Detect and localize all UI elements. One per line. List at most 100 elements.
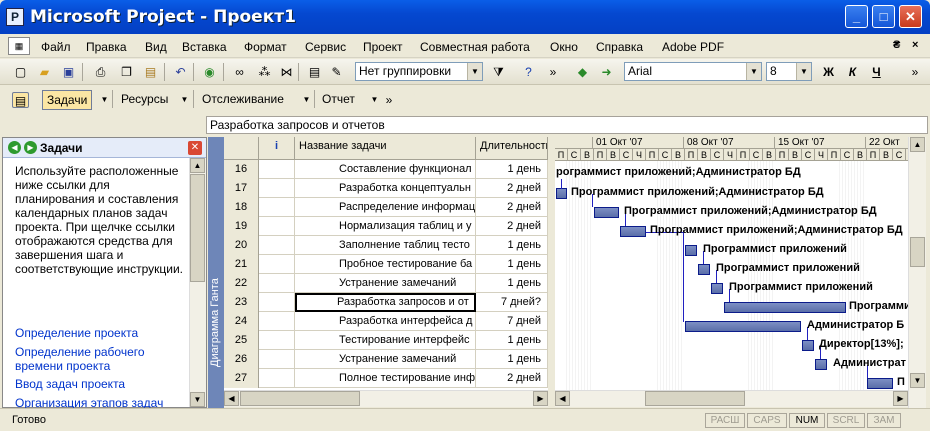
duration-cell[interactable]: 1 день [476, 160, 548, 179]
table-row[interactable]: 24 Разработка интерфейса д7 дней [224, 312, 548, 331]
row-id[interactable]: 16 [224, 160, 259, 179]
scroll-thumb[interactable] [645, 391, 745, 406]
font-select[interactable]: Arial ▼ [624, 62, 762, 81]
task-name-cell[interactable]: Разработка интерфейса д [295, 312, 476, 331]
font-size-select[interactable]: 8 ▼ [766, 62, 812, 81]
gantt-bar[interactable] [685, 245, 697, 256]
chevron-down-icon[interactable]: ▼ [796, 63, 811, 80]
column-header-name[interactable]: Название задачи [295, 137, 476, 160]
table-row[interactable]: 26 Устранение замечаний 1 день [224, 350, 548, 369]
gantt-bar[interactable] [815, 359, 827, 370]
notes-icon[interactable]: ✎ [328, 64, 345, 80]
side-pane-scrollbar[interactable]: ▲ ▼ [189, 158, 206, 407]
menu-help[interactable]: Справка [596, 40, 643, 54]
scroll-down-icon[interactable]: ▼ [190, 392, 205, 407]
scroll-right-icon[interactable]: ▶ [533, 391, 548, 406]
chevron-down-icon[interactable]: ▼ [298, 92, 315, 108]
gantt-bar[interactable] [594, 207, 619, 218]
scroll-up-icon[interactable]: ▲ [190, 158, 205, 173]
row-id[interactable]: 20 [224, 236, 259, 255]
maximize-button[interactable]: □ [872, 5, 895, 28]
task-name-cell[interactable]: Разработка концептуальн [295, 179, 476, 198]
table-row[interactable]: 23 Разработка запросов и от 7 дней? [224, 293, 548, 312]
new-icon[interactable]: ▢ [12, 64, 29, 80]
gantt-bar[interactable] [698, 264, 710, 275]
restore-doc-button[interactable]: ₴ [893, 39, 900, 51]
guide-resources-button[interactable]: Ресурсы [117, 90, 172, 110]
save-icon[interactable]: ▣ [60, 64, 77, 80]
row-id[interactable]: 18 [224, 198, 259, 217]
go-back-icon[interactable]: ◆ [574, 64, 591, 80]
column-header-duration[interactable]: Длительность [476, 137, 548, 160]
menu-edit[interactable]: Правка [86, 40, 127, 54]
open-folder-icon[interactable]: ▰ [36, 64, 53, 80]
project-app-icon[interactable]: P [6, 8, 24, 26]
row-id[interactable]: 19 [224, 217, 259, 236]
scroll-up-icon[interactable]: ▲ [910, 137, 925, 152]
gantt-bar[interactable] [724, 302, 846, 313]
table-row[interactable]: 17 Разработка концептуальн 2 дней [224, 179, 548, 198]
split-icon[interactable]: ⋈ [278, 64, 295, 80]
go-forward-icon[interactable]: ➜ [598, 64, 615, 80]
bold-button[interactable]: Ж [820, 64, 837, 80]
duration-cell[interactable]: 1 день [476, 255, 548, 274]
chevron-down-icon[interactable]: ▼ [96, 92, 113, 108]
filter-icon[interactable]: ⧩ [490, 64, 507, 80]
close-button[interactable]: ✕ [899, 5, 922, 28]
back-icon[interactable]: ◀ [8, 141, 21, 154]
row-id[interactable]: 27 [224, 369, 259, 388]
menu-adobe-pdf[interactable]: Adobe PDF [662, 40, 724, 54]
undo-icon[interactable]: ↶ [172, 64, 189, 80]
menu-collaborate[interactable]: Совместная работа [420, 40, 530, 54]
help-icon[interactable]: ? [520, 64, 537, 80]
guide-tasks-button[interactable]: Задачи [42, 90, 93, 110]
menu-view[interactable]: Вид [145, 40, 167, 54]
task-name-cell[interactable]: Пробное тестирование ба [295, 255, 476, 274]
table-row[interactable]: 20 Заполнение таблиц тесто 1 день [224, 236, 548, 255]
duration-cell[interactable]: 2 дней [476, 198, 548, 217]
chevron-down-icon[interactable]: ▼ [176, 92, 193, 108]
toolbar-options-icon[interactable]: » [910, 64, 920, 80]
table-row[interactable]: 22 Устранение замечаний 1 день [224, 274, 548, 293]
row-id[interactable]: 23 [224, 293, 259, 312]
table-row[interactable]: 18 Распределение информац 2 дней [224, 198, 548, 217]
grouping-select[interactable]: Нет группировки ▼ [355, 62, 483, 81]
scroll-left-icon[interactable]: ◀ [555, 391, 570, 406]
duration-cell[interactable]: 1 день [476, 331, 548, 350]
task-name-cell[interactable]: Полное тестирование инф [295, 369, 476, 388]
gantt-bar[interactable] [685, 321, 801, 332]
table-row[interactable]: 27 Полное тестирование инф 2 дней [224, 369, 548, 388]
duration-cell[interactable]: 7 дней? [476, 293, 548, 312]
paste-icon[interactable]: ▤ [142, 64, 159, 80]
gantt-bar[interactable] [711, 283, 723, 294]
document-icon[interactable]: ▦ [8, 37, 30, 55]
duration-cell[interactable]: 2 дней [476, 369, 548, 388]
task-name-cell[interactable]: Устранение замечаний [295, 274, 476, 293]
print-icon[interactable]: ⎙ [92, 64, 109, 80]
unlink-icon[interactable]: ⁂ [256, 64, 273, 80]
table-row[interactable]: 16 Составление функционал 1 день [224, 160, 548, 179]
scroll-thumb[interactable] [910, 237, 925, 267]
menu-tools[interactable]: Сервис [305, 40, 346, 54]
toolbar-options-icon[interactable]: » [548, 64, 558, 80]
duration-cell[interactable]: 1 день [476, 274, 548, 293]
scroll-left-icon[interactable]: ◀ [224, 391, 239, 406]
scroll-down-icon[interactable]: ▼ [910, 373, 925, 388]
task-name-cell[interactable]: Устранение замечаний [295, 350, 476, 369]
row-id[interactable]: 21 [224, 255, 259, 274]
close-doc-button[interactable]: × [912, 39, 918, 51]
scroll-thumb[interactable] [190, 174, 205, 282]
globe-icon[interactable]: ◉ [201, 64, 218, 80]
show-guide-icon[interactable]: ▤ [12, 92, 29, 108]
italic-button[interactable]: К [844, 64, 861, 80]
task-name-cell[interactable]: Нормализация таблиц и у [295, 217, 476, 236]
table-row[interactable]: 25 Тестирование интерфейс 1 день [224, 331, 548, 350]
chevron-down-icon[interactable]: ▼ [746, 63, 761, 80]
menu-file[interactable]: Файл [41, 40, 71, 54]
table-row[interactable]: 21 Пробное тестирование ба 1 день [224, 255, 548, 274]
task-name-cell[interactable]: Тестирование интерфейс [295, 331, 476, 350]
link-icon[interactable]: ∞ [231, 64, 248, 80]
row-id[interactable]: 17 [224, 179, 259, 198]
table-row[interactable]: 19 Нормализация таблиц и у2 дней [224, 217, 548, 236]
task-name-cell[interactable]: Заполнение таблиц тесто [295, 236, 476, 255]
